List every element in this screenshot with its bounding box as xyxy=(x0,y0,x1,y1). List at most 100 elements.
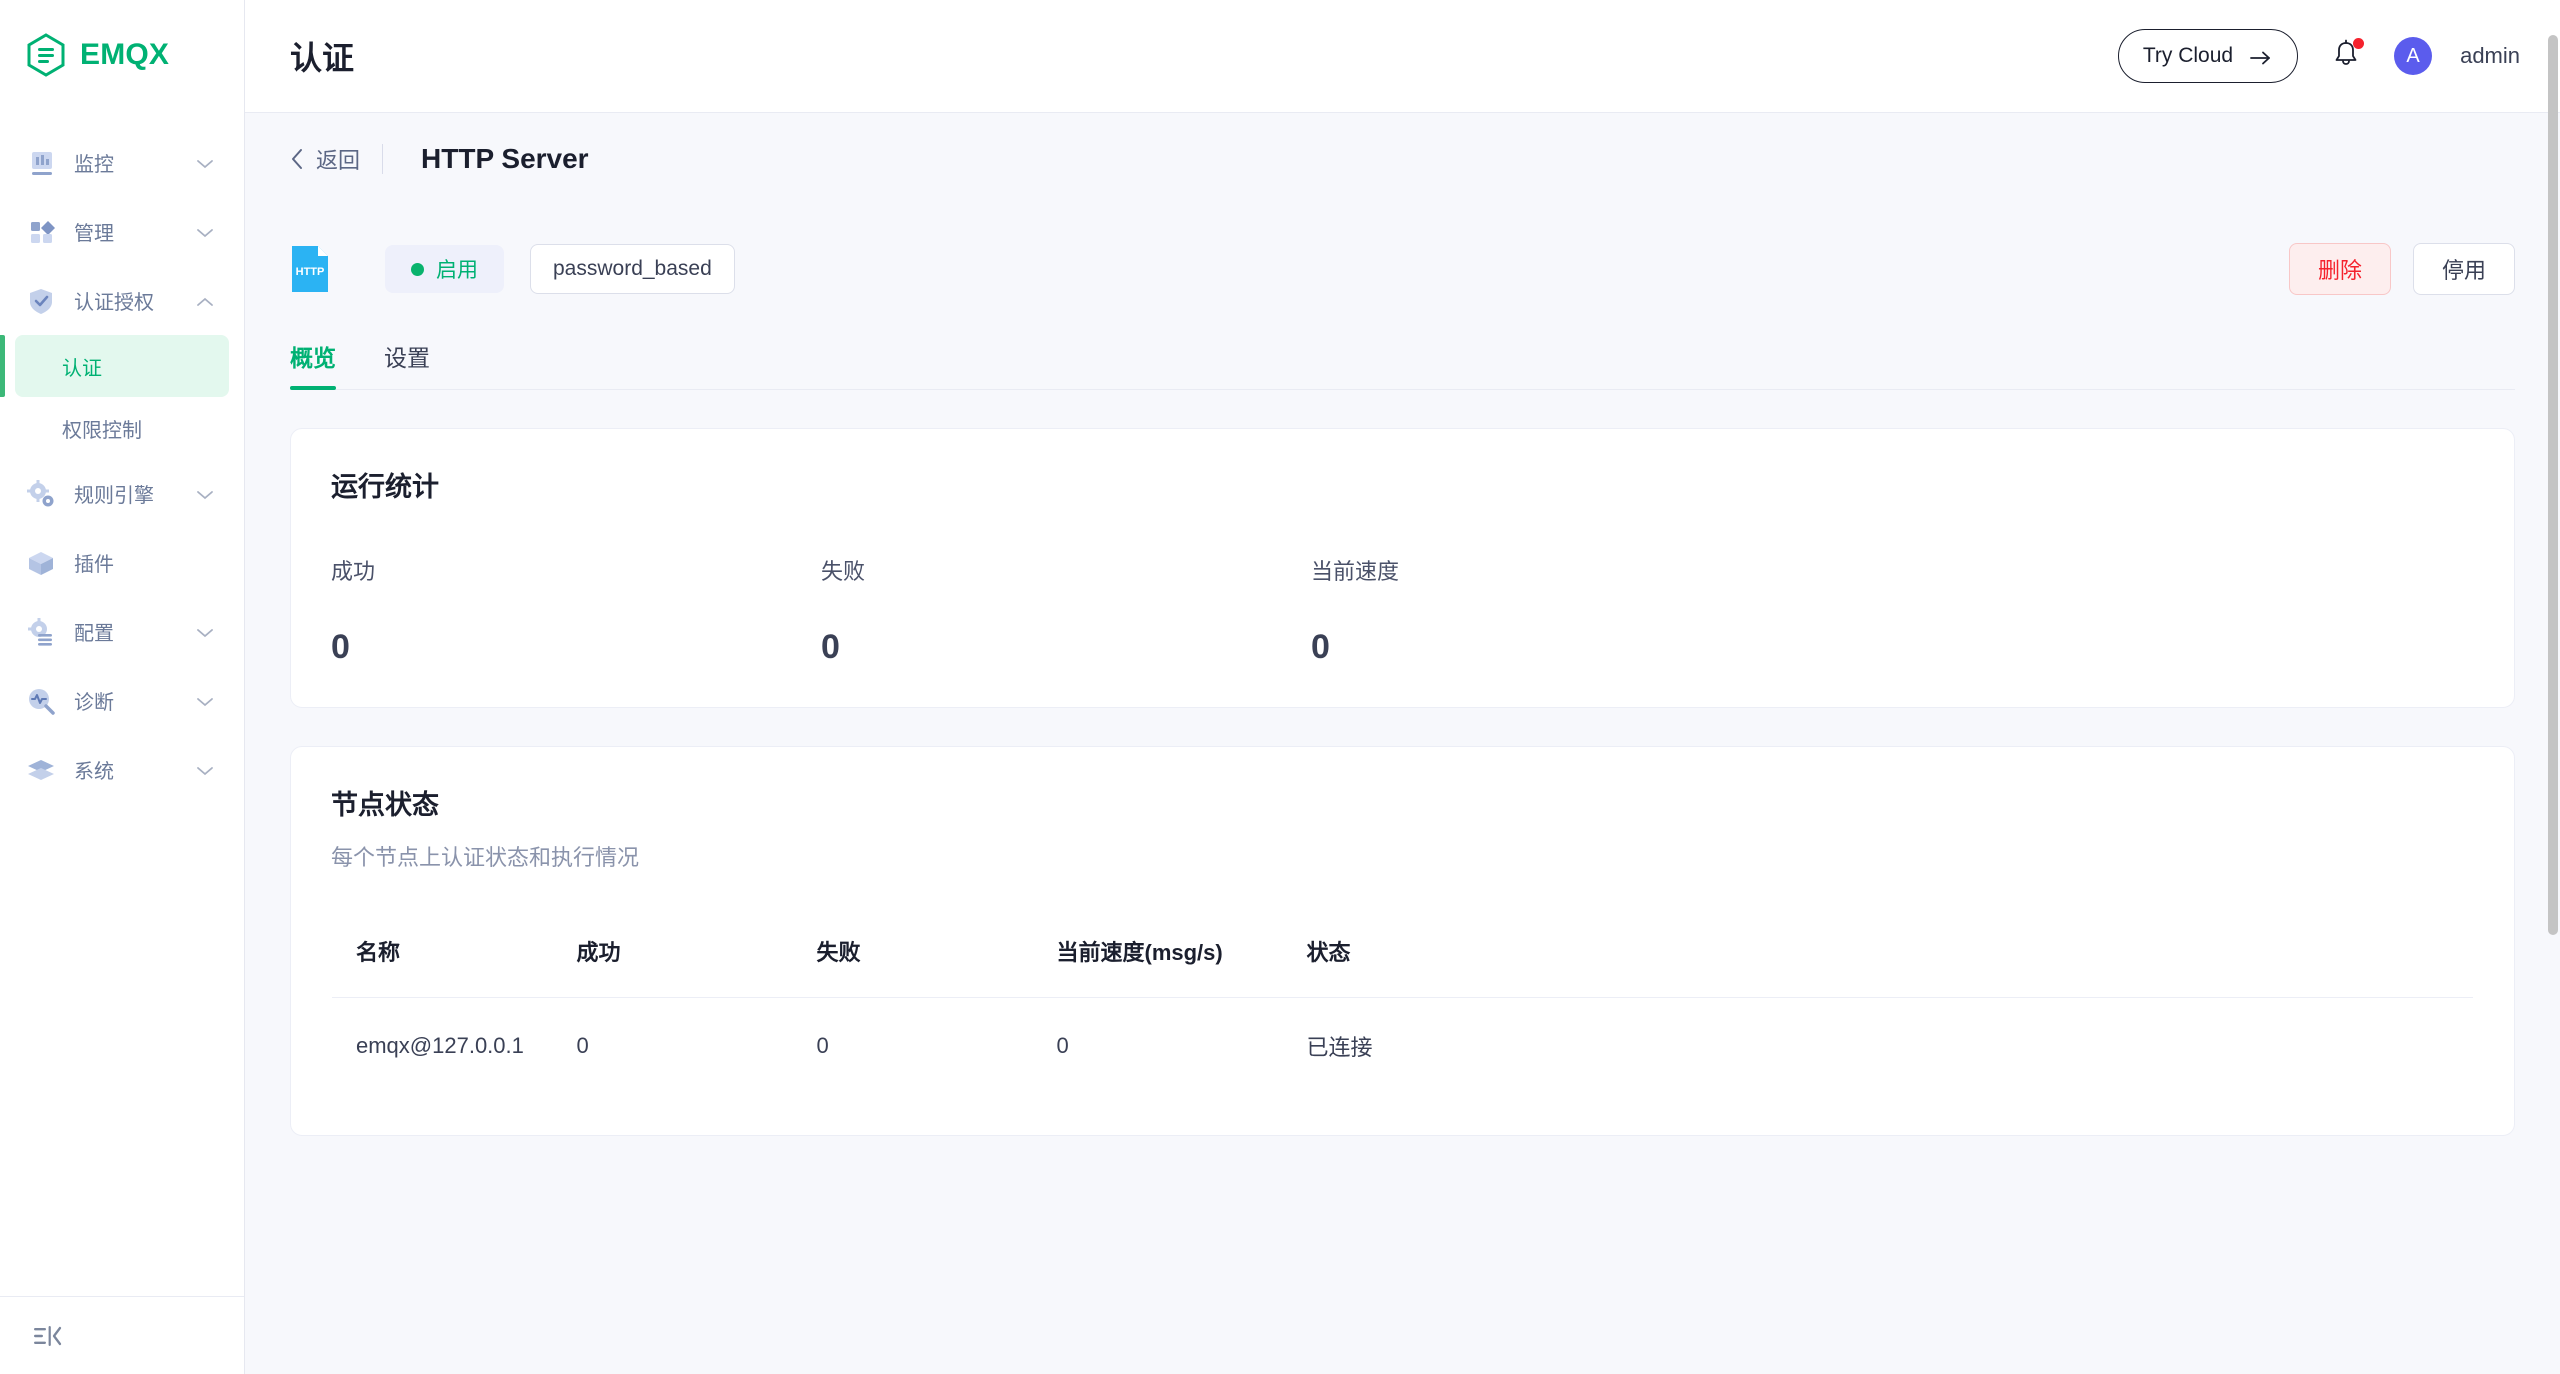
cell-failed: 0 xyxy=(816,997,1057,1094)
cube-icon xyxy=(26,548,56,578)
resource-title: HTTP Server xyxy=(421,143,589,174)
chevron-down-icon xyxy=(196,764,214,776)
scrollbar-thumb[interactable] xyxy=(2548,35,2558,935)
sidebar: EMQX 监控 管理 认证授权 认证 权限控制 规则引擎 插件 配置 诊断 系统 xyxy=(0,0,245,1374)
column-header-failed: 失败 xyxy=(816,905,1057,998)
tab-settings[interactable]: 设置 xyxy=(384,339,430,389)
chevron-down-icon xyxy=(196,695,214,707)
tabs: 概览 设置 xyxy=(290,309,2515,390)
chevron-left-icon xyxy=(290,148,304,170)
runtime-stats-title: 运行统计 xyxy=(331,472,439,502)
resource-actions: 删除 停用 xyxy=(2288,243,2515,295)
status-dot-icon xyxy=(411,262,424,276)
notification-badge-dot xyxy=(2353,38,2365,49)
arrow-right-icon xyxy=(2249,48,2273,65)
layers-icon xyxy=(26,755,56,785)
back-button[interactable]: 返回 xyxy=(290,143,360,175)
emqx-hexagon-logo xyxy=(26,33,66,77)
avatar[interactable]: A xyxy=(2394,37,2433,75)
chevron-down-icon xyxy=(196,626,214,638)
pulse-search-icon xyxy=(26,686,56,716)
sidebar-item-rule-engine[interactable]: 规则引擎 xyxy=(0,459,244,528)
column-header-name: 名称 xyxy=(332,905,577,998)
sidebar-item-monitoring[interactable]: 监控 xyxy=(0,128,244,197)
sidebar-item-label: 规则引擎 xyxy=(74,485,154,507)
topbar-actions: Try Cloud A admin xyxy=(2117,29,2520,83)
sidebar-item-authentication[interactable]: 认证 xyxy=(0,335,229,397)
sidebar-item-plugins[interactable]: 插件 xyxy=(0,528,244,597)
sidebar-item-system[interactable]: 系统 xyxy=(0,735,244,804)
sidebar-item-label: 插件 xyxy=(74,554,114,576)
stat-value: 0 xyxy=(821,628,840,666)
sidebar-footer xyxy=(0,1296,244,1374)
breadcrumb: 返回 HTTP Server xyxy=(245,113,2560,205)
back-label: 返回 xyxy=(316,148,361,173)
sidebar-item-auth[interactable]: 认证授权 xyxy=(0,266,244,335)
table-header-row: 名称 成功 失败 当前速度(msg/s) 状态 xyxy=(332,905,2473,998)
sidebar-item-label: 管理 xyxy=(74,223,114,245)
sidebar-collapse-icon[interactable] xyxy=(32,1322,62,1350)
chevron-up-icon xyxy=(196,295,214,307)
vertical-scrollbar[interactable] xyxy=(2546,0,2560,1374)
tab-overview[interactable]: 概览 xyxy=(290,339,336,390)
grid-blocks-icon xyxy=(26,217,56,247)
sidebar-item-label: 监控 xyxy=(74,154,114,176)
sidebar-item-diagnostics[interactable]: 诊断 xyxy=(0,666,244,735)
breadcrumb-separator xyxy=(382,144,384,174)
sidebar-nav: 监控 管理 认证授权 认证 权限控制 规则引擎 插件 配置 诊断 系统 xyxy=(0,110,244,1296)
runtime-stats-card: 运行统计 成功 0 失败 0 当前速度 0 xyxy=(290,428,2515,708)
username-label[interactable]: admin xyxy=(2460,43,2520,69)
sidebar-item-management[interactable]: 管理 xyxy=(0,197,244,266)
try-cloud-button[interactable]: Try Cloud xyxy=(2117,29,2299,83)
runtime-stats-list: 成功 0 失败 0 当前速度 0 xyxy=(331,554,2474,667)
stat-rate: 当前速度 0 xyxy=(1311,554,1801,667)
sidebar-subitem-label: 认证 xyxy=(62,357,102,380)
sidebar-item-label: 认证授权 xyxy=(74,292,154,314)
status-badge: 启用 xyxy=(385,245,504,293)
stat-label: 失败 xyxy=(821,559,866,584)
http-file-icon: HTTP xyxy=(290,244,330,294)
gear-list-icon xyxy=(26,617,56,647)
node-status-table: 名称 成功 失败 当前速度(msg/s) 状态 emqx@127.0.0.1 0… xyxy=(331,904,2474,1095)
resource-header: HTTP 启用 password_based 删除 停用 xyxy=(245,205,2560,309)
delete-button[interactable]: 删除 xyxy=(2288,243,2391,295)
stat-success: 成功 0 xyxy=(331,554,821,667)
svg-text:HTTP: HTTP xyxy=(296,266,325,278)
sidebar-item-label: 诊断 xyxy=(74,692,114,714)
stat-label: 当前速度 xyxy=(1311,559,1400,584)
stat-label: 成功 xyxy=(331,559,376,584)
table-row[interactable]: emqx@127.0.0.1 0 0 0 已连接 xyxy=(332,997,2473,1094)
chevron-down-icon xyxy=(196,226,214,238)
mechanism-tag: password_based xyxy=(530,244,735,294)
cell-node-name: emqx@127.0.0.1 xyxy=(332,997,577,1094)
chevron-down-icon xyxy=(196,157,214,169)
notifications-button[interactable] xyxy=(2326,36,2366,76)
page-content: 返回 HTTP Server HTTP 启用 password_based 删除… xyxy=(245,113,2560,1374)
column-header-status: 状态 xyxy=(1306,905,2473,998)
node-status-card: 节点状态 每个节点上认证状态和执行情况 名称 成功 失败 当前速度(msg/s)… xyxy=(290,746,2515,1136)
topbar: 认证 Try Cloud A admin xyxy=(245,0,2560,113)
disable-button[interactable]: 停用 xyxy=(2412,243,2515,295)
stat-failed: 失败 0 xyxy=(821,554,1311,667)
stat-value: 0 xyxy=(1311,628,1330,666)
table-head: 名称 成功 失败 当前速度(msg/s) 状态 xyxy=(332,905,2473,998)
status-badge-label: 启用 xyxy=(436,259,478,282)
shield-check-icon xyxy=(26,286,56,316)
gears-icon xyxy=(26,479,56,509)
table-body: emqx@127.0.0.1 0 0 0 已连接 xyxy=(332,997,2473,1094)
chart-bar-icon xyxy=(26,148,56,178)
node-status-title: 节点状态 xyxy=(331,790,439,820)
sidebar-item-label: 系统 xyxy=(74,761,114,783)
brand-name: EMQX xyxy=(80,38,170,71)
cell-rate: 0 xyxy=(1056,997,1307,1094)
main-region: 认证 Try Cloud A admin 返回 HTTP Server HTTP… xyxy=(245,0,2560,1374)
sidebar-subitem-label: 权限控制 xyxy=(62,419,142,442)
brand[interactable]: EMQX xyxy=(0,0,244,110)
sidebar-item-configuration[interactable]: 配置 xyxy=(0,597,244,666)
cell-status: 已连接 xyxy=(1306,997,2473,1094)
column-header-rate: 当前速度(msg/s) xyxy=(1056,905,1307,998)
cell-success: 0 xyxy=(576,997,817,1094)
page-title: 认证 xyxy=(290,40,355,76)
sidebar-item-authorization[interactable]: 权限控制 xyxy=(15,397,229,459)
node-status-subtitle: 每个节点上认证状态和执行情况 xyxy=(331,845,640,870)
